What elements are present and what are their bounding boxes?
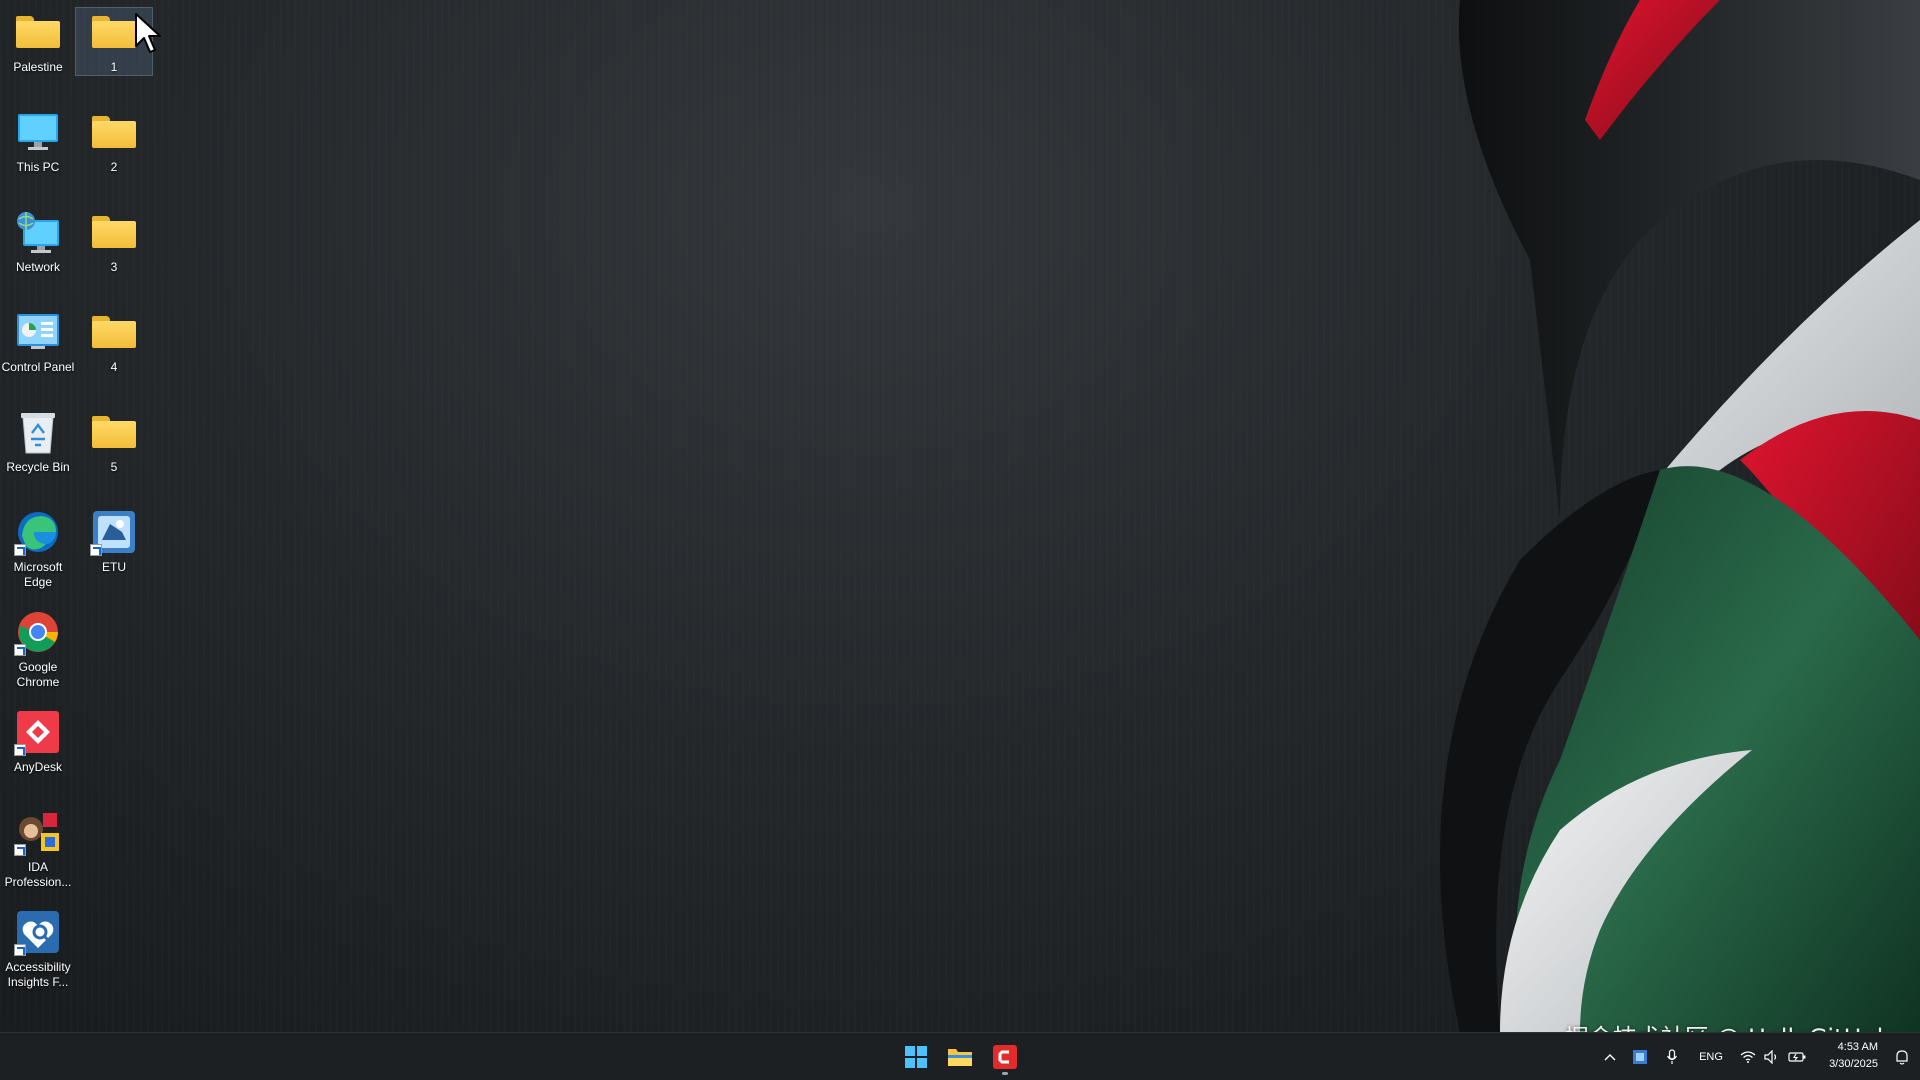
- shortcut-arrow-icon: [14, 844, 26, 856]
- desktop-icon-label: This PC: [16, 160, 60, 174]
- control-panel-icon-wrapper: [14, 308, 62, 356]
- desktop-icon-edge[interactable]: Microsoft Edge: [0, 508, 76, 590]
- mouse-cursor-icon: [135, 13, 161, 53]
- computer-icon: [18, 114, 58, 150]
- shortcut-arrow-icon: [14, 544, 26, 556]
- desktop-icon-label: 4: [110, 360, 118, 374]
- folder-icon-wrapper: [90, 308, 138, 356]
- desktop-wallpaper: [0, 0, 1920, 1032]
- network-icon: [17, 212, 59, 253]
- folder-icon-wrapper: [90, 408, 138, 456]
- chevron-up-icon: [1604, 1054, 1616, 1061]
- desktop-icon-folder[interactable]: 4: [76, 308, 152, 375]
- desktop-icon-label: Google Chrome: [16, 660, 60, 689]
- desktop-icon-label: 1: [110, 60, 118, 74]
- desktop-icon-label: AnyDesk: [13, 760, 63, 774]
- desktop-icon-ida[interactable]: IDA Profession...: [0, 808, 76, 890]
- start-button[interactable]: [896, 1037, 936, 1077]
- battery-charging-icon: [1788, 1052, 1806, 1062]
- desktop-icon-label: 3: [110, 260, 118, 274]
- shortcut-arrow-icon: [90, 544, 102, 556]
- desktop-icon-folder[interactable]: 2: [76, 108, 152, 175]
- shortcut-arrow-icon: [14, 944, 26, 956]
- folder-icon: [92, 216, 136, 248]
- shortcut-arrow-icon: [14, 744, 26, 756]
- tray-app-button[interactable]: [1630, 1047, 1650, 1067]
- desktop-icon-label: Recycle Bin: [6, 460, 70, 474]
- wifi-icon: [1740, 1051, 1756, 1063]
- folder-icon: [92, 16, 136, 48]
- chrome-icon-wrapper: [14, 608, 62, 656]
- shortcut-arrow-icon: [14, 644, 26, 656]
- folder-icon-wrapper: [14, 8, 62, 56]
- desktop-icon-chrome[interactable]: Google Chrome: [0, 608, 76, 690]
- red-c-icon: [993, 1045, 1017, 1069]
- desktop-icon-label: Network: [15, 260, 60, 274]
- desktop-icon-label: Microsoft Edge: [13, 560, 63, 589]
- folder-icon-wrapper: [90, 8, 138, 56]
- bell-icon: [1896, 1050, 1908, 1065]
- windows-logo-icon: [905, 1046, 927, 1068]
- folder-icon-wrapper: [90, 108, 138, 156]
- etu-icon-wrapper: [90, 508, 138, 556]
- desktop-icon-label: Control Panel: [1, 360, 75, 374]
- recycle-bin-icon: [21, 413, 55, 454]
- folder-icon: [92, 316, 136, 348]
- clock[interactable]: 4:53 AM 3/30/2025: [1829, 1039, 1878, 1073]
- desktop-icon-etu[interactable]: ETU: [76, 508, 152, 575]
- folder-icon: [92, 116, 136, 148]
- wifi-button[interactable]: [1738, 1047, 1758, 1067]
- taskbar: ENG 4:53 AM 3/30/2025: [0, 1032, 1920, 1080]
- this-pc-icon-wrapper: [14, 108, 62, 156]
- network-icon-wrapper: [14, 208, 62, 256]
- flag-artwork: [1440, 0, 1920, 1032]
- desktop-icon-label: Accessibility Insights F...: [5, 960, 71, 989]
- folder-icon: [948, 1049, 972, 1066]
- desktop-icon-label: IDA Profession...: [4, 860, 72, 889]
- language-indicator[interactable]: ENG: [1694, 1045, 1728, 1069]
- desktop-icon-folder[interactable]: Palestine: [0, 8, 76, 75]
- notifications-button[interactable]: [1892, 1047, 1912, 1067]
- recycle-bin-icon-wrapper: [14, 408, 62, 456]
- tray-app-icon: [1633, 1050, 1647, 1064]
- edge-icon-wrapper: [14, 508, 62, 556]
- app-c-button[interactable]: [985, 1037, 1025, 1077]
- desktop-icon-control-panel[interactable]: Control Panel: [0, 308, 76, 375]
- clock-time: 4:53 AM: [1837, 1041, 1878, 1053]
- desktop-icon-label: ETU: [102, 560, 126, 574]
- battery-button[interactable]: [1786, 1047, 1808, 1067]
- folder-icon: [92, 416, 136, 448]
- volume-button[interactable]: [1762, 1047, 1782, 1067]
- file-explorer-button[interactable]: [940, 1037, 980, 1077]
- anydesk-icon-wrapper: [14, 708, 62, 756]
- desktop-icon-label: 5: [110, 460, 118, 474]
- microphone-icon: [1666, 1049, 1678, 1064]
- microphone-button[interactable]: [1662, 1047, 1682, 1067]
- active-indicator: [1002, 1072, 1008, 1075]
- clock-date: 3/30/2025: [1829, 1058, 1878, 1070]
- desktop-icon-folder[interactable]: 5: [76, 408, 152, 475]
- folder-icon: [16, 16, 60, 48]
- show-hidden-icons-button[interactable]: [1600, 1047, 1620, 1067]
- speaker-icon: [1764, 1050, 1777, 1064]
- control-panel-icon: [17, 314, 59, 349]
- desktop-icon-accessibility[interactable]: Accessibility Insights F...: [0, 908, 76, 990]
- desktop-icon-network[interactable]: Network: [0, 208, 76, 275]
- folder-icon-wrapper: [90, 208, 138, 256]
- desktop-icon-label: 2: [110, 160, 118, 174]
- desktop-icon-anydesk[interactable]: AnyDesk: [0, 708, 76, 775]
- ida-icon-wrapper: [14, 808, 62, 856]
- desktop-icon-recycle-bin[interactable]: Recycle Bin: [0, 408, 76, 475]
- desktop-icon-label: Palestine: [13, 60, 63, 74]
- accessibility-icon-wrapper: [14, 908, 62, 956]
- desktop-icon-this-pc[interactable]: This PC: [0, 108, 76, 175]
- desktop-icon-folder[interactable]: 3: [76, 208, 152, 275]
